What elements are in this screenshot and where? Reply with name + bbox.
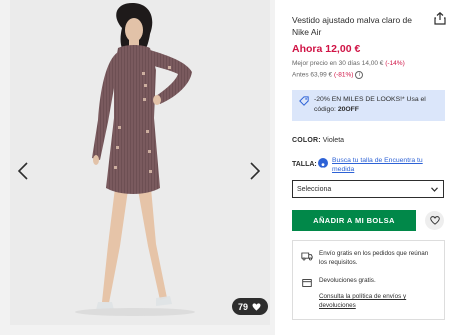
heart-icon xyxy=(252,302,261,311)
save-for-later-button[interactable] xyxy=(425,211,444,230)
returns-text: Devoluciones gratis. xyxy=(319,277,376,284)
chevron-down-icon xyxy=(431,186,438,192)
color-label: COLOR: xyxy=(292,137,321,144)
shipping-text: Envío gratis en los pedidos que reúnan l… xyxy=(319,250,429,266)
truck-icon xyxy=(301,252,313,261)
size-label: TALLA: xyxy=(292,161,317,168)
chevron-left-icon xyxy=(18,162,28,180)
likes-count: 79 xyxy=(238,301,249,312)
size-select-value: Selecciona xyxy=(297,185,332,193)
size-guide-icon xyxy=(318,158,328,169)
best-price-line: Mejor precio en 30 días 14,00 € (-14%) xyxy=(292,60,405,67)
best-price-discount: (-14%) xyxy=(385,60,405,67)
share-button[interactable] xyxy=(434,11,448,26)
policy-link[interactable]: Consulta la política de envíos y devoluc… xyxy=(319,293,434,310)
best-price-text: Mejor precio en 30 días 14,00 € xyxy=(292,60,384,67)
color-value: Violeta xyxy=(322,137,345,144)
previous-price-text: Antes 63,99 € xyxy=(292,71,333,79)
promo-banner: -20% EN MILES DE LOOKS!* Usa el código: … xyxy=(292,90,445,121)
product-title: Vestido ajustado malva claro de Nike Air xyxy=(292,15,413,37)
policy-row: Consulta la política de envíos y devoluc… xyxy=(301,293,441,313)
returns-row: Devoluciones gratis. xyxy=(301,277,441,287)
delivery-info-box: Envío gratis en los pedidos que reúnan l… xyxy=(292,240,445,320)
color-row: COLOR: Violeta xyxy=(292,137,344,144)
returns-box-icon xyxy=(302,279,312,287)
product-photo xyxy=(10,0,270,325)
model-illustration xyxy=(75,2,195,316)
product-image-gallery: 79 xyxy=(0,0,275,335)
previous-price-discount: (-81%) xyxy=(333,71,354,79)
next-image-button[interactable] xyxy=(244,158,266,184)
share-icon xyxy=(434,11,446,25)
size-guide-link[interactable]: Busca tu talla de Encuentra tu medida xyxy=(332,156,432,174)
promo-text: -20% EN MILES DE LOOKS!* Usa el código: xyxy=(314,96,426,113)
heart-outline-icon xyxy=(429,216,440,225)
promo-code: 20OFF xyxy=(337,106,359,113)
previous-image-button[interactable] xyxy=(12,158,34,184)
previous-price-line: Antes 63,99 € (-81%) i xyxy=(292,71,364,79)
likes-badge[interactable]: 79 xyxy=(232,298,268,315)
tag-icon xyxy=(299,96,309,106)
current-price: Ahora 12,00 € xyxy=(292,43,361,55)
shipping-row: Envío gratis en los pedidos que reúnan l… xyxy=(301,250,441,270)
info-icon[interactable]: i xyxy=(355,71,364,79)
add-to-bag-button[interactable]: AÑADIR A MI BOLSA xyxy=(292,210,416,231)
chevron-right-icon xyxy=(250,162,260,180)
size-select[interactable]: Selecciona xyxy=(292,180,444,198)
